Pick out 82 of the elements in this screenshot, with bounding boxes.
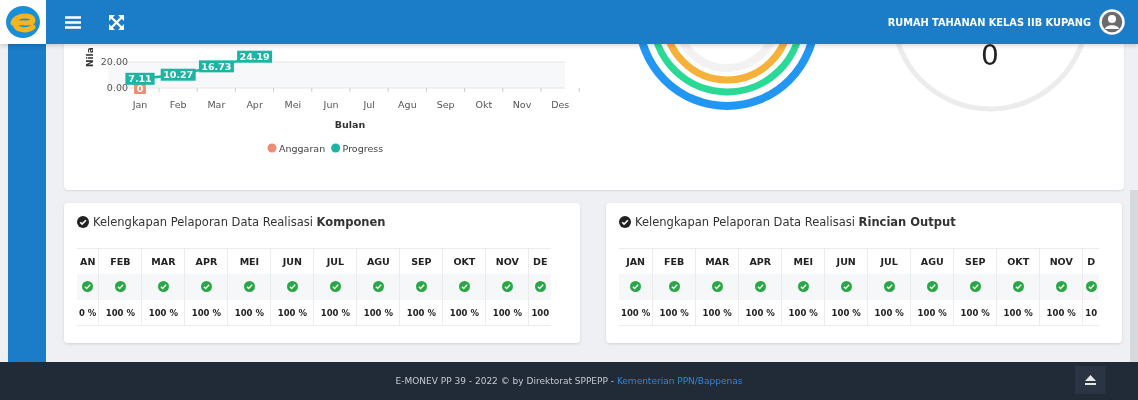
avatar-icon[interactable] <box>1099 9 1125 35</box>
scroll-top-button[interactable] <box>1075 366 1105 394</box>
percentage-cell: 100 % <box>659 307 689 318</box>
y-axis-label: 0.00 <box>106 82 128 93</box>
column-header: FEB <box>664 256 685 267</box>
percentage-cell: 100 % <box>492 307 522 318</box>
column-header: MAR <box>151 256 176 267</box>
x-axis-label: Des <box>551 99 570 110</box>
x-axis-label: Jan <box>132 99 148 110</box>
column-header: SEP <box>965 256 986 267</box>
percentage-cell: 100 % <box>874 307 904 318</box>
footer-text: E-MONEV PP 39 - 2022 © by Direktorat SPPEPP - Kementerian PPN/Bappenas <box>395 376 743 386</box>
x-axis-label: Jun <box>323 99 339 110</box>
percentage-cell: 100 % <box>234 307 264 318</box>
check-circle-icon <box>619 216 631 228</box>
column-header: NOV <box>1049 256 1073 267</box>
percentage-cell: 100 % <box>148 307 178 318</box>
percentage-cell: 100 % <box>702 307 732 318</box>
percentage-cell: 0 % <box>79 307 97 318</box>
x-axis-label: Jul <box>363 99 375 110</box>
x-axis-label: Nov <box>512 99 532 110</box>
column-header: JUN <box>836 256 856 267</box>
x-axis-label: Feb <box>169 99 187 110</box>
percentage-cell: 10 <box>1085 307 1098 318</box>
y-axis-title: Nila <box>85 47 95 67</box>
x-axis-title: Bulan <box>334 119 366 130</box>
column-header: MEI <box>239 256 260 267</box>
column-header: AGU <box>920 256 944 267</box>
column-header: AGU <box>366 256 390 267</box>
column-header: OKT <box>453 256 476 267</box>
organization-name: RUMAH TAHANAN KELAS IIB KUPANG <box>887 16 1091 28</box>
column-header: MEI <box>793 256 813 267</box>
y-axis-label: 20.00 <box>100 56 128 68</box>
column-header: APR <box>749 256 772 267</box>
column-header: JUN <box>282 256 302 267</box>
column-header: FEB <box>110 256 131 267</box>
percentage-cell: 100 <box>531 307 550 318</box>
x-axis-label: Sep <box>436 99 455 110</box>
column-header: JUL <box>326 256 345 267</box>
expand-icon[interactable] <box>109 14 124 30</box>
percentage-cell: 100 % <box>105 307 135 318</box>
column-header: APR <box>195 256 218 267</box>
percentage-cell: 100 % <box>406 307 436 318</box>
scrollbar-thumb[interactable] <box>1130 190 1138 362</box>
column-header: D <box>1087 256 1096 267</box>
column-header: DE <box>533 256 548 267</box>
card-title: Kelengkapan Pelaporan Data Realisasi Rincian Output <box>635 215 956 229</box>
percentage-cell: 100 % <box>621 307 651 318</box>
percentage-cell: 100 % <box>831 307 861 318</box>
menu-icon[interactable] <box>65 15 81 29</box>
card-title: Kelengkapan Pelaporan Data Realisasi Komponen <box>93 215 386 229</box>
percentage-cell: 100 % <box>277 307 307 318</box>
column-header: JUL <box>880 256 898 267</box>
column-header: AN <box>80 256 96 267</box>
percentage-cell: 100 % <box>363 307 393 318</box>
column-header: JAN <box>626 256 646 267</box>
percentage-cell: 100 % <box>1003 307 1033 318</box>
column-header: SEP <box>411 256 432 267</box>
x-axis-label: Agu <box>398 99 417 110</box>
percentage-cell: 100 % <box>1046 307 1076 318</box>
data-label: 16.73 <box>198 60 234 73</box>
percentage-cell: 100 % <box>191 307 221 318</box>
logo-icon[interactable] <box>5 5 41 39</box>
percentage-cell: 100 % <box>320 307 350 318</box>
x-axis-label: Okt <box>475 99 493 110</box>
column-header: NOV <box>495 256 519 267</box>
x-axis-label: Apr <box>246 99 263 110</box>
percentage-cell: 100 % <box>745 307 775 318</box>
column-header: MAR <box>705 256 730 267</box>
legend-label[interactable]: Anggaran <box>279 142 326 154</box>
percentage-cell: 100 % <box>449 307 479 318</box>
footer-link[interactable]: Kementerian PPN/Bappenas <box>616 376 743 386</box>
check-circle-icon <box>77 216 89 228</box>
percentage-cell: 100 % <box>788 307 818 318</box>
x-axis-label: Mei <box>284 99 302 110</box>
percentage-cell: 100 % <box>960 307 990 318</box>
column-header: OKT <box>1007 256 1030 267</box>
eject-icon <box>1084 375 1096 385</box>
x-axis-label: Mar <box>207 99 226 110</box>
gauge-value: 0 <box>981 44 999 72</box>
legend-label[interactable]: Progress <box>342 142 384 154</box>
percentage-cell: 100 % <box>917 307 947 318</box>
